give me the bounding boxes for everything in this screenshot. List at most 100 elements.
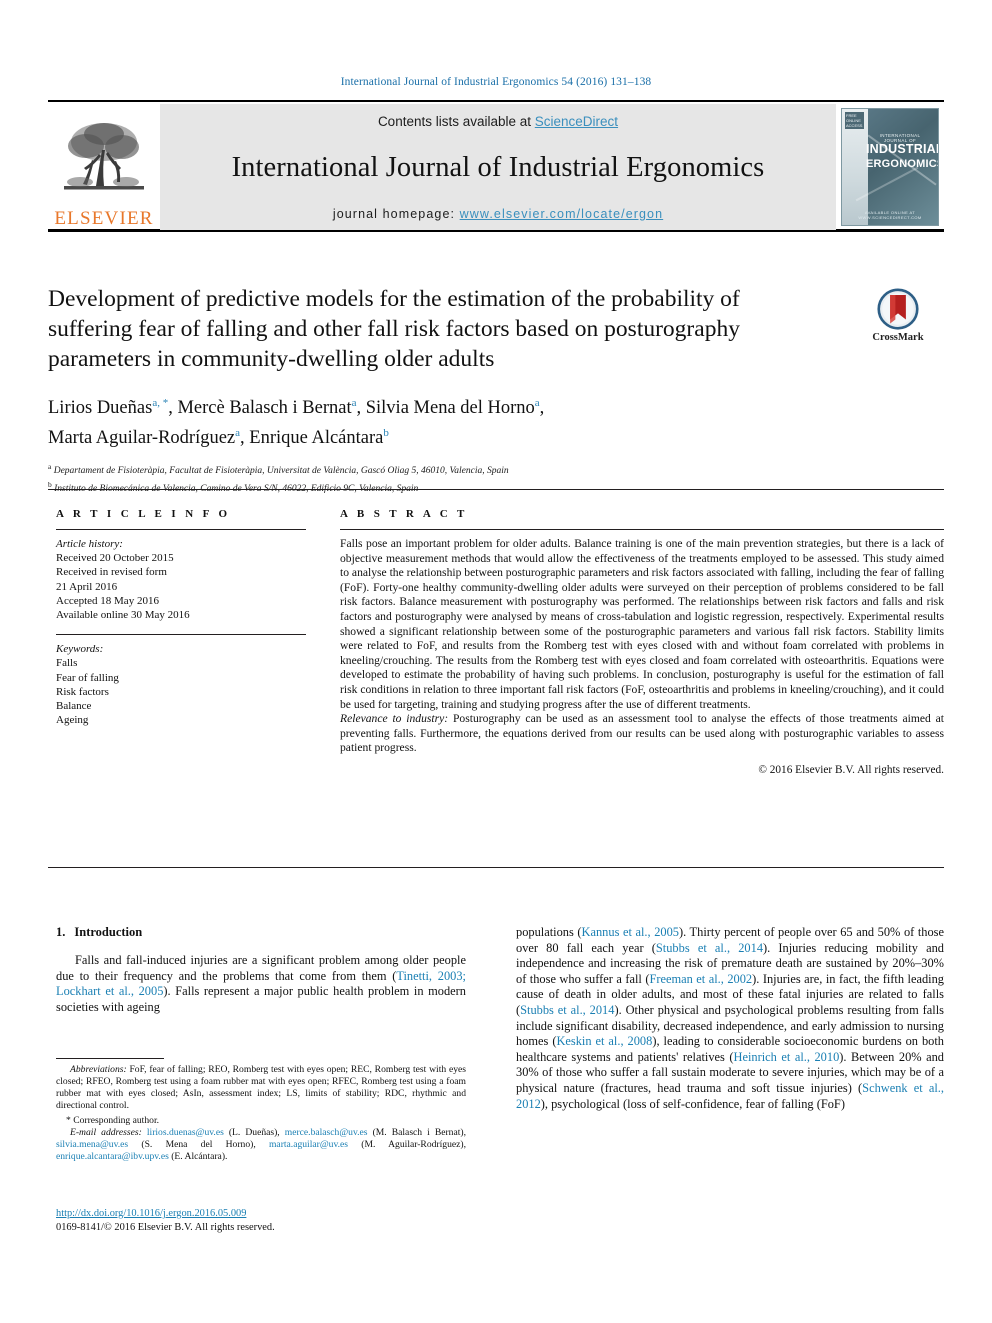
author-1: Lirios Dueñas: [48, 398, 153, 419]
abstract-divider: [340, 529, 944, 530]
cover-title-line1: INDUSTRIAL: [866, 142, 939, 156]
abstract-heading: A B S T R A C T: [340, 508, 468, 520]
author-5-mark[interactable]: b: [383, 427, 389, 439]
affiliation-a-mark: a: [48, 462, 52, 472]
email-owner-name: (E. Alcántara).: [168, 1151, 228, 1162]
email-link[interactable]: merce.balasch@uv.es: [285, 1127, 368, 1138]
keywords-divider: [56, 634, 306, 636]
citation-link[interactable]: Stubbs et al., 2014: [520, 1003, 614, 1017]
history-item: Received in revised form: [56, 566, 167, 579]
doi-link[interactable]: http://dx.doi.org/10.1016/j.ergon.2016.0…: [56, 1208, 246, 1219]
homepage-label: journal homepage:: [332, 207, 456, 221]
article-history-label: Article history:: [56, 538, 123, 550]
info-rule-top: [48, 489, 944, 490]
elsevier-wordmark: ELSEVIER: [54, 208, 154, 229]
author-list: Lirios Dueñasa, *, Mercè Balasch i Berna…: [48, 391, 808, 451]
citation-link[interactable]: Keskin et al., 2008: [556, 1034, 652, 1048]
author-2: , Mercè Balasch i Bernat: [168, 398, 352, 419]
intro-paragraph-left: Falls and fall-induced injuries are a si…: [56, 953, 466, 1015]
email-link[interactable]: marta.aguilar@uv.es: [269, 1139, 348, 1150]
section-number: 1.: [56, 925, 66, 939]
abbreviations-label: Abbreviations:: [70, 1064, 127, 1075]
keyword-item: Risk factors: [56, 685, 109, 698]
cover-footer: AVAILABLE ONLINE AT WWW.SCIENCEDIRECT.CO…: [858, 210, 922, 220]
author-line1-tail: ,: [539, 398, 545, 419]
history-item: Accepted 18 May 2016: [56, 594, 159, 607]
keyword-item: Balance: [56, 700, 92, 713]
citation-link[interactable]: Heinrich et al., 2010: [734, 1050, 840, 1064]
section-title: Introduction: [74, 925, 143, 939]
author-3: , Silvia Mena del Horno: [356, 398, 535, 419]
email-link[interactable]: lirios.duenas@uv.es: [147, 1127, 224, 1138]
crossmark-icon[interactable]: [877, 288, 919, 330]
keyword-item: Falls: [56, 657, 78, 670]
issn-copyright-line: 0169-8141/© 2016 Elsevier B.V. All right…: [56, 1222, 275, 1233]
citation-link[interactable]: Freeman et al., 2002: [649, 972, 752, 986]
footnote-rule: [56, 1058, 164, 1059]
contents-available-line: Contents lists available at ScienceDirec…: [378, 114, 618, 129]
email-owner-name: (M. Balasch i Bernat),: [367, 1127, 466, 1138]
email-owner-name: (L. Dueñas),: [223, 1127, 285, 1138]
keywords-label: Keywords:: [56, 643, 104, 656]
email-link[interactable]: silvia.mena@uv.es: [56, 1139, 128, 1150]
journal-homepage-line: journal homepage: www.elsevier.com/locat…: [333, 207, 663, 221]
citation-link[interactable]: Stubbs et al., 2014: [656, 941, 763, 955]
journal-cover-thumbnail: FREE ONLINE ACCESS INTERNATIONAL JOURNAL…: [836, 104, 944, 230]
abstract-text: Falls pose an important problem for olde…: [340, 537, 944, 756]
section-heading-introduction: 1. Introduction: [56, 925, 466, 940]
journal-masthead: ELSEVIER Contents lists available at Sci…: [48, 100, 944, 232]
running-head: International Journal of Industrial Ergo…: [340, 76, 652, 88]
affiliations: a Departament de Fisioteràpia, Facultat …: [48, 460, 808, 496]
email-link[interactable]: enrique.alcantara@ibv.upv.es: [56, 1151, 169, 1162]
abstract-column: A B S T R A C T Falls pose an important …: [340, 508, 944, 776]
intro-paragraph-right: populations (Kannus et al., 2005). Thirt…: [516, 925, 944, 1112]
affiliation-a: a Departament de Fisioteràpia, Facultat …: [48, 460, 808, 478]
article-history-group: Article history: Received 20 October 201…: [56, 537, 306, 622]
journal-homepage-link[interactable]: www.elsevier.com/locate/ergon: [460, 207, 664, 221]
paper-title: Development of predictive models for the…: [48, 286, 740, 372]
footnote-block: Abbreviations: FoF, fear of falling; REO…: [56, 1058, 466, 1163]
paragraph-text: ), psychological (loss of self-confidenc…: [540, 1096, 845, 1111]
keyword-item: Ageing: [56, 714, 89, 727]
history-item: Available online 30 May 2016: [56, 609, 190, 622]
info-rule-bottom: [48, 867, 944, 868]
author-1-marks[interactable]: a, *: [152, 397, 168, 409]
crossmark-label: CrossMark: [872, 332, 924, 343]
affiliation-a-text: Departament de Fisioteràpia, Facultat de…: [53, 466, 509, 477]
citation-link[interactable]: Kannus et al., 2005: [582, 925, 679, 939]
body-column-right: populations (Kannus et al., 2005). Thirt…: [516, 925, 944, 1112]
elsevier-logo: ELSEVIER: [48, 104, 160, 230]
crossmark-badge-block[interactable]: CrossMark: [848, 288, 948, 343]
sciencedirect-link[interactable]: ScienceDirect: [535, 114, 618, 129]
history-item: 21 April 2016: [56, 580, 118, 593]
contents-prefix: Contents lists available at: [377, 114, 535, 129]
article-info-divider: [56, 529, 306, 530]
paragraph-text: populations (: [516, 925, 582, 939]
title-block: Development of predictive models for the…: [48, 284, 808, 497]
corresponding-author-footnote: * Corresponding author.: [56, 1115, 466, 1127]
cover-title-line2: ERGONOMICS: [866, 158, 939, 170]
body-column-left: 1. Introduction Falls and fall-induced in…: [56, 925, 466, 1015]
email-owner-name: (M. Aguilar-Rodríguez),: [348, 1139, 466, 1150]
author-5: , Enrique Alcántara: [240, 428, 384, 449]
email-owner-name: (S. Mena del Horno),: [128, 1139, 269, 1150]
elsevier-tree-icon: [64, 123, 144, 190]
article-info-column: A R T I C L E I N F O Article history: R…: [56, 508, 306, 727]
doi-block: http://dx.doi.org/10.1016/j.ergon.2016.0…: [56, 1207, 476, 1235]
keywords-group: Keywords: Falls Fear of falling Risk fac…: [56, 642, 306, 727]
abstract-main: Falls pose an important problem for olde…: [340, 537, 944, 711]
cover-badge: FREE ONLINE ACCESS: [845, 112, 864, 129]
author-4: Marta Aguilar-Rodríguez: [48, 428, 236, 449]
corresponding-star: *: [66, 1115, 71, 1126]
corresponding-text: Corresponding author.: [73, 1115, 160, 1126]
masthead-center: Contents lists available at ScienceDirec…: [160, 104, 836, 230]
abstract-copyright: © 2016 Elsevier B.V. All rights reserved…: [758, 763, 944, 776]
abbreviations-footnote: Abbreviations: FoF, fear of falling; REO…: [56, 1064, 466, 1112]
email-addresses-footnote: E-mail addresses: lirios.duenas@uv.es (L…: [56, 1127, 466, 1163]
page-canvas: International Journal of Industrial Ergo…: [0, 0, 992, 1323]
affiliation-b: b Instituto de Biomecánica de Valencia, …: [48, 478, 808, 496]
keyword-item: Fear of falling: [56, 671, 119, 684]
relevance-label: Relevance to industry:: [340, 712, 449, 726]
article-info-heading: A R T I C L E I N F O: [56, 508, 231, 520]
journal-title: International Journal of Industrial Ergo…: [231, 152, 765, 183]
